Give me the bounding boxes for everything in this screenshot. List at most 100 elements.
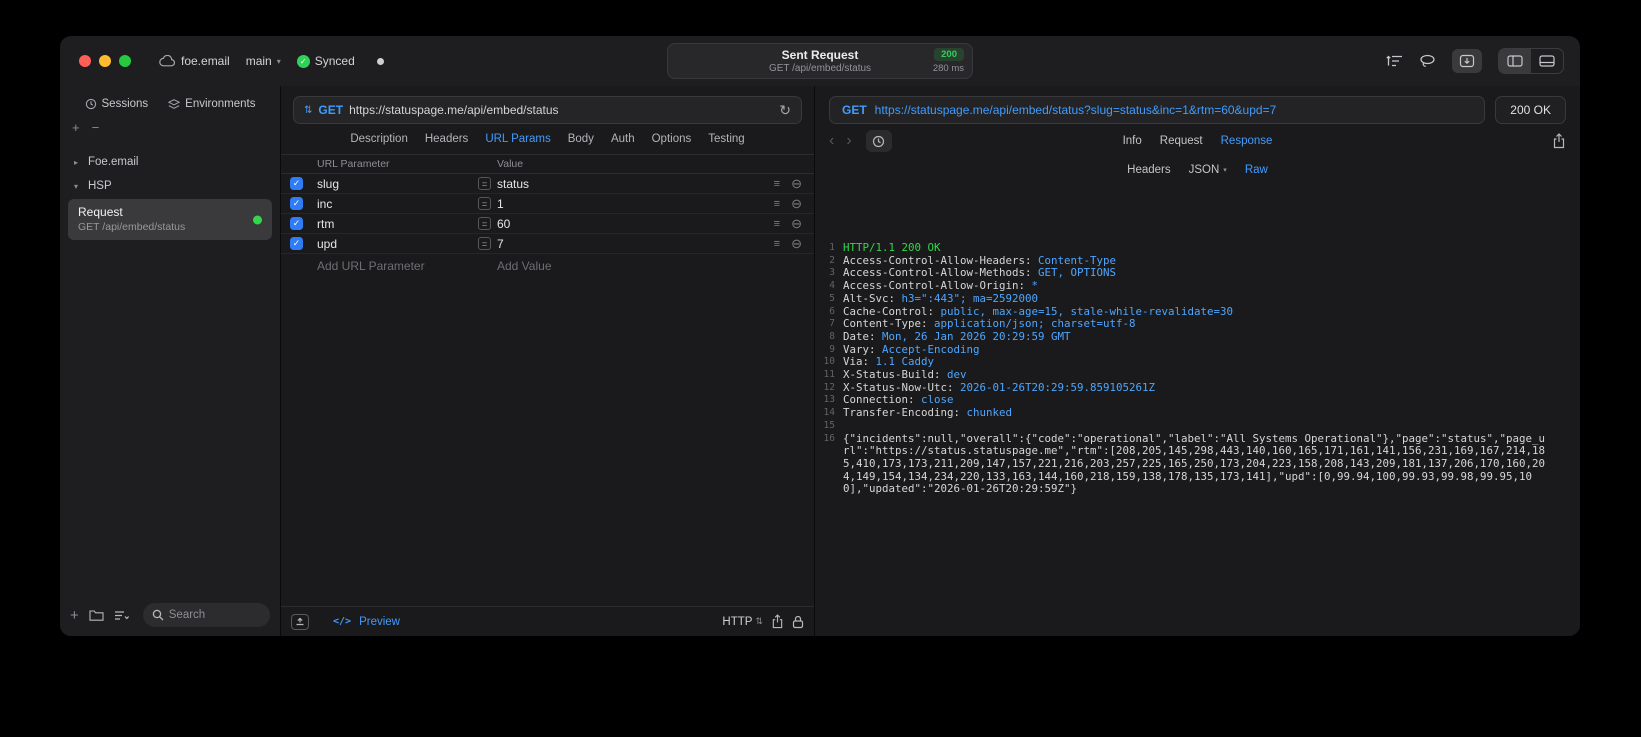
request-tab-description[interactable]: Description: [350, 133, 408, 145]
request-tab-body[interactable]: Body: [568, 133, 594, 145]
chevron-right-icon[interactable]: ▸: [74, 158, 82, 167]
tab-sessions[interactable]: Sessions: [85, 98, 149, 110]
branch-name: main: [245, 54, 272, 68]
column-header-value: Value: [497, 158, 524, 170]
method-selector-icon[interactable]: ⇅: [304, 105, 312, 116]
sync-label: Synced: [314, 54, 355, 68]
row-menu-icon[interactable]: ≡: [774, 218, 780, 230]
add-session-button[interactable]: +: [72, 120, 80, 136]
add-value-placeholder[interactable]: Add Value: [497, 259, 552, 273]
sent-request-capsule[interactable]: Sent Request GET /api/embed/status 200 2…: [667, 43, 973, 79]
window-controls: [79, 55, 131, 67]
response-body[interactable]: 1 HTTP/1.1 200 OK 2 Access-Control-Allow-He…: [815, 236, 1580, 636]
lasso-icon[interactable]: [1419, 54, 1436, 69]
import-response-icon[interactable]: [1452, 49, 1482, 73]
response-subtab-headers[interactable]: Headers: [1127, 164, 1170, 176]
request-tab-headers[interactable]: Headers: [425, 133, 468, 145]
row-remove-icon[interactable]: ⊖: [791, 216, 802, 232]
param-row: ✓ inc = 1 ≡ ⊖: [281, 194, 814, 214]
updown-icon: ⇅: [755, 616, 763, 626]
param-key[interactable]: slug: [317, 177, 478, 191]
response-url-bar[interactable]: GET https://statuspage.me/api/embed/stat…: [829, 96, 1486, 124]
export-response-icon[interactable]: [1552, 133, 1566, 149]
row-remove-icon[interactable]: ⊖: [791, 196, 802, 212]
value-type-icon[interactable]: =: [478, 197, 491, 210]
sidebar: Sessions Environments + − ▸ Foe.email ▾ …: [60, 86, 281, 636]
value-type-icon[interactable]: =: [478, 217, 491, 230]
new-request-button[interactable]: +: [70, 607, 79, 624]
share-request-icon[interactable]: [771, 614, 784, 629]
param-key[interactable]: inc: [317, 197, 478, 211]
request-tab-auth[interactable]: Auth: [611, 133, 635, 145]
param-key[interactable]: upd: [317, 237, 478, 251]
row-menu-icon[interactable]: ≡: [774, 178, 780, 190]
expand-panel-button[interactable]: [291, 613, 309, 630]
line-number: 16: [823, 432, 835, 444]
row-remove-icon[interactable]: ⊖: [791, 176, 802, 192]
row-remove-icon[interactable]: ⊖: [791, 236, 802, 252]
response-subtab-raw[interactable]: Raw: [1245, 164, 1268, 176]
sent-request-subtitle: GET /api/embed/status: [768, 63, 872, 74]
branch-selector[interactable]: main ▾: [246, 54, 281, 68]
row-menu-icon[interactable]: ≡: [774, 198, 780, 210]
sort-options-icon[interactable]: [114, 610, 129, 621]
line-number: 15: [823, 419, 835, 431]
param-value[interactable]: 1: [497, 197, 504, 211]
request-url-bar[interactable]: ⇅ GET https://statuspage.me/api/embed/st…: [293, 96, 802, 124]
line-number: 8: [829, 330, 835, 342]
zoom-button[interactable]: [119, 55, 131, 67]
tree-group-hsp[interactable]: ▾ HSP: [68, 174, 272, 198]
response-subtab-json[interactable]: JSON ▾: [1189, 164, 1227, 176]
code-icon[interactable]: </>: [333, 616, 351, 627]
row-menu-icon[interactable]: ≡: [774, 238, 780, 250]
param-checkbox[interactable]: ✓: [290, 217, 303, 230]
params-table: ✓ slug = status ≡ ⊖ ✓ inc = 1 ≡ ⊖ ✓ rtm = 60 ≡ ⊖ ✓ upd = 7 ≡ ⊖: [281, 174, 814, 254]
tree-group-foe-email[interactable]: ▸ Foe.email: [68, 150, 272, 174]
param-value[interactable]: status: [497, 177, 529, 191]
chevron-down-icon[interactable]: ▾: [74, 182, 82, 191]
add-key-placeholder[interactable]: Add URL Parameter: [317, 259, 478, 273]
add-param-row[interactable]: Add URL Parameter Add Value: [281, 254, 814, 278]
value-type-icon[interactable]: =: [478, 177, 491, 190]
history-clock-button[interactable]: [865, 130, 892, 152]
tab-environments[interactable]: Environments: [168, 98, 255, 110]
param-checkbox[interactable]: ✓: [290, 177, 303, 190]
param-value[interactable]: 7: [497, 237, 504, 251]
request-tab-url-params[interactable]: URL Params: [485, 133, 550, 145]
line-number: 2: [829, 254, 835, 266]
protocol-selector[interactable]: HTTP ⇅: [722, 616, 763, 628]
sync-status[interactable]: ✓ Synced: [296, 54, 355, 68]
chevron-down-icon: ▾: [276, 56, 281, 66]
resend-icon[interactable]: ↻: [779, 102, 791, 119]
response-tab-request[interactable]: Request: [1160, 135, 1203, 147]
new-folder-icon[interactable]: [89, 609, 104, 621]
param-key[interactable]: rtm: [317, 217, 478, 231]
toggle-bottom-panel-button[interactable]: [1531, 49, 1563, 73]
response-tab-response[interactable]: Response: [1221, 135, 1273, 147]
request-tab-testing[interactable]: Testing: [708, 133, 744, 145]
response-tab-info[interactable]: Info: [1123, 135, 1142, 147]
request-order-icon[interactable]: [1386, 54, 1403, 68]
history-back-icon[interactable]: ‹: [829, 132, 834, 150]
request-method[interactable]: GET: [318, 103, 343, 117]
param-value[interactable]: 60: [497, 217, 510, 231]
cloud-account[interactable]: foe.email: [159, 54, 230, 68]
preview-button[interactable]: Preview: [359, 616, 400, 628]
remove-session-button[interactable]: −: [92, 120, 100, 136]
request-tab-options[interactable]: Options: [652, 133, 692, 145]
toggle-left-sidebar-button[interactable]: [1499, 49, 1531, 73]
request-url[interactable]: https://statuspage.me/api/embed/status: [349, 103, 773, 117]
param-checkbox[interactable]: ✓: [290, 197, 303, 210]
minimize-button[interactable]: [99, 55, 111, 67]
param-checkbox[interactable]: ✓: [290, 237, 303, 250]
response-status: 200 OK: [1495, 96, 1566, 124]
history-forward-icon[interactable]: ›: [846, 132, 851, 150]
sessions-label: Sessions: [101, 98, 149, 110]
search-input[interactable]: [168, 609, 261, 621]
request-list-item[interactable]: Request GET /api/embed/status: [68, 199, 272, 240]
lock-icon[interactable]: [792, 615, 804, 629]
sync-check-icon: ✓: [296, 54, 310, 68]
search-box[interactable]: [142, 603, 270, 627]
close-button[interactable]: [79, 55, 91, 67]
value-type-icon[interactable]: =: [478, 237, 491, 250]
